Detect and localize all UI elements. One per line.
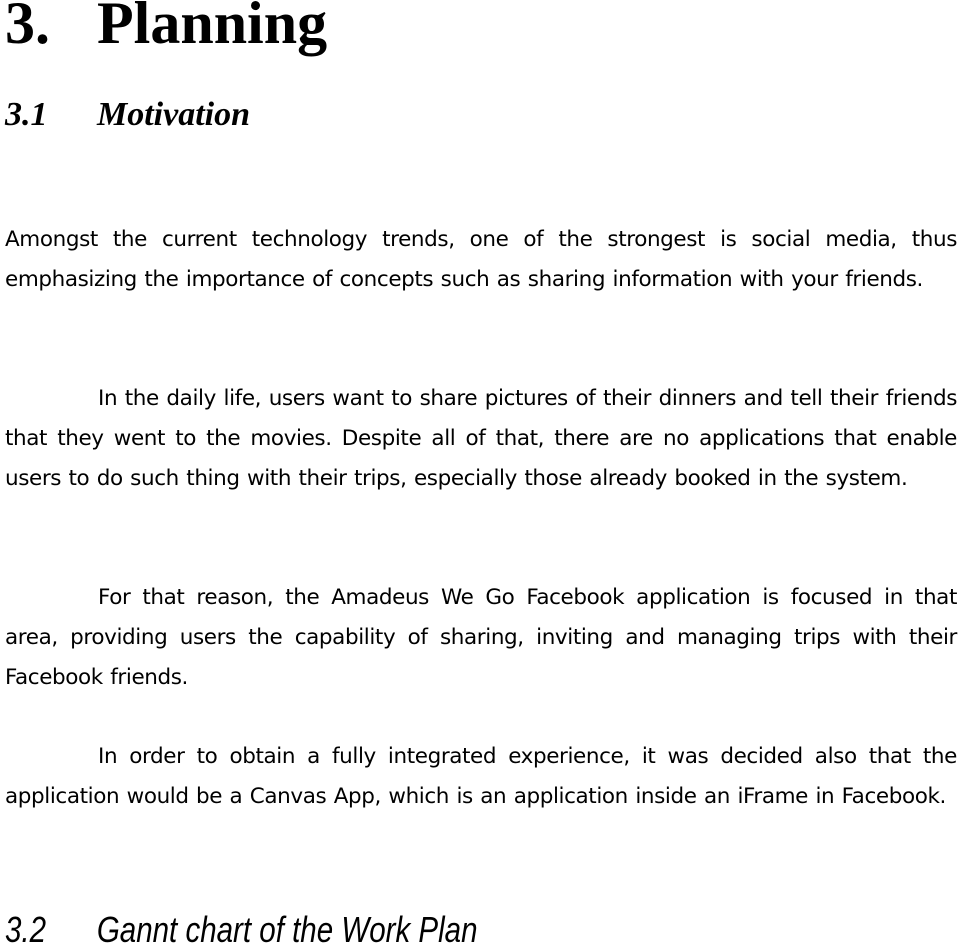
chapter-title: Planning: [97, 0, 328, 56]
section-title: Gannt chart of the Work Plan: [96, 909, 478, 950]
paragraph-canvas-app: In order to obtain a fully integrated ex…: [5, 743, 957, 809]
chapter-heading: 3. Planning: [5, 0, 327, 58]
paragraph-amadeus-we-go: For that reason, the Amadeus We Go Faceb…: [5, 584, 957, 690]
chapter-number: 3.: [5, 0, 50, 56]
section-heading-motivation: 3.1 Motivation: [5, 95, 250, 135]
section-heading-gannt-chart: 3.2 Gannt chart of the Work Plan: [5, 910, 478, 950]
paragraph-social-media: Amongst the current technology trends, o…: [5, 226, 957, 292]
paragraph-daily-life: In the daily life, users want to share p…: [5, 385, 957, 491]
section-number: 3.1: [5, 96, 48, 133]
section-title: Motivation: [97, 96, 251, 133]
section-number: 3.2: [5, 909, 47, 950]
